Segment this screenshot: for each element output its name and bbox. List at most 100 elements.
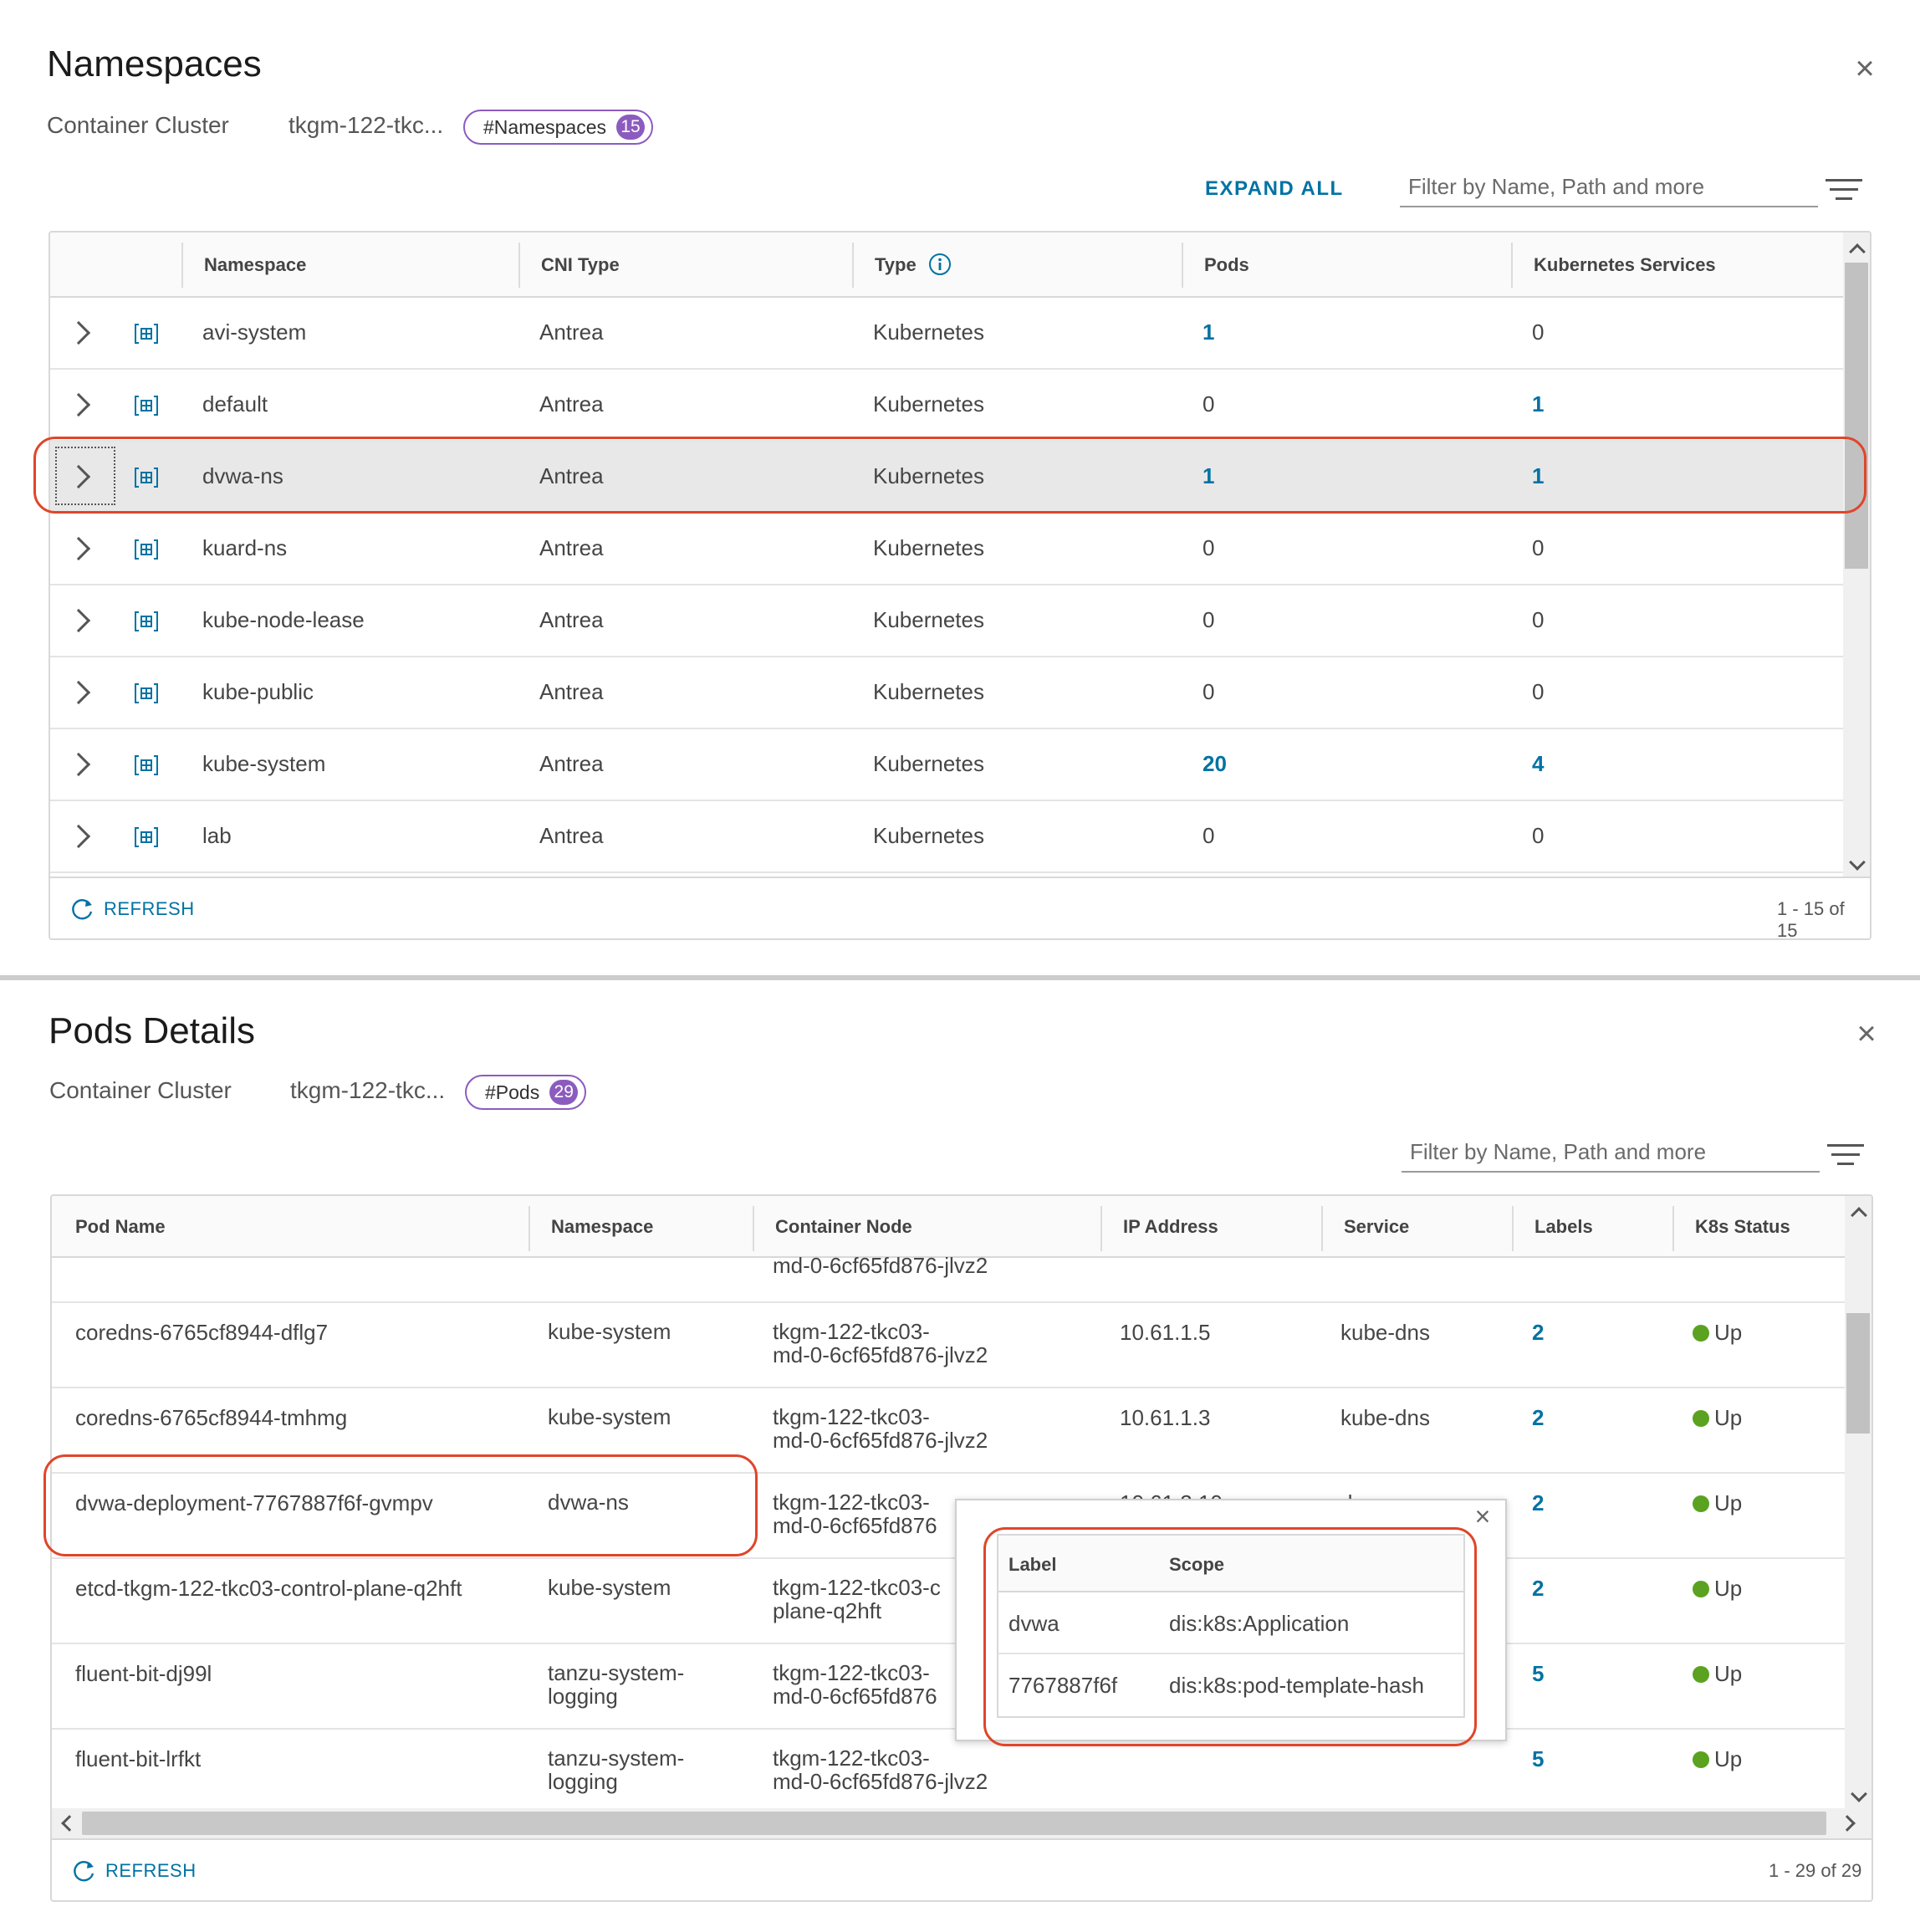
namespace-icon bbox=[134, 539, 159, 560]
scroll-right-icon[interactable] bbox=[1839, 1815, 1856, 1832]
k8s-status-cell: Up bbox=[1693, 1661, 1742, 1687]
badge-count: 29 bbox=[549, 1080, 579, 1105]
table-row[interactable]: coredns-6765cf8944-dflg7 kube-system tkgm-… bbox=[52, 1303, 1845, 1388]
table-row[interactable]: fluent-bit-lrfkt tanzu-system-logging tkgm… bbox=[52, 1730, 1845, 1815]
table-row[interactable]: avi-system Antrea Kubernetes 1 0 bbox=[50, 298, 1843, 370]
container-node-cell: tkgm-122-tkc03- md-0-6cf65fd876 bbox=[773, 1490, 937, 1537]
scroll-down-icon[interactable] bbox=[1849, 854, 1866, 871]
scroll-up-icon[interactable] bbox=[1849, 243, 1866, 260]
table-row[interactable]: kube-node-lease Antrea Kubernetes 0 0 bbox=[50, 585, 1843, 657]
scrollbar-thumb[interactable] bbox=[1845, 263, 1868, 569]
column-header-cni-type[interactable]: CNI Type bbox=[521, 233, 620, 298]
status-up-icon bbox=[1693, 1751, 1709, 1768]
namespace-line: tanzu-system- bbox=[548, 1660, 685, 1685]
chevron-right-icon[interactable] bbox=[66, 392, 91, 417]
filter-input[interactable] bbox=[1400, 167, 1818, 207]
pods-count[interactable]: 1 bbox=[1203, 463, 1214, 489]
namespaces-dialog: Namespaces × Container Cluster tkgm-122-… bbox=[0, 0, 1920, 975]
column-header-pod-name[interactable]: Pod Name bbox=[55, 1196, 166, 1258]
close-icon[interactable]: × bbox=[1468, 1502, 1497, 1531]
scrollbar-thumb[interactable] bbox=[1846, 1313, 1870, 1434]
labels-count-link[interactable]: 5 bbox=[1532, 1661, 1544, 1687]
chevron-right-icon[interactable] bbox=[66, 680, 91, 705]
chevron-right-icon[interactable] bbox=[66, 536, 91, 561]
chevron-right-icon[interactable] bbox=[66, 752, 91, 777]
pod-name-cell: coredns-6765cf8944-tmhmg bbox=[75, 1405, 348, 1430]
filter-input[interactable] bbox=[1402, 1132, 1820, 1173]
column-header-labels[interactable]: Labels bbox=[1514, 1196, 1593, 1258]
labels-count-link[interactable]: 2 bbox=[1532, 1320, 1544, 1346]
column-header-namespace[interactable]: Namespace bbox=[184, 233, 306, 298]
namespace-cell: kube-system bbox=[548, 1320, 671, 1343]
services-count[interactable]: 1 bbox=[1532, 391, 1544, 417]
ip-address-cell: 10.61.1.5 bbox=[1120, 1320, 1211, 1345]
pods-count: 0 bbox=[1203, 391, 1215, 417]
vertical-scrollbar[interactable] bbox=[1843, 233, 1870, 877]
table-row[interactable]: etcd-tkgm-122-tkc03-control-plane-q2hft k… bbox=[52, 1559, 1845, 1644]
labels-count-link[interactable]: 2 bbox=[1532, 1576, 1544, 1602]
namespace-cell: kube-node-lease bbox=[202, 607, 365, 632]
type-cell: Kubernetes bbox=[873, 751, 984, 776]
pods-count[interactable]: 1 bbox=[1203, 319, 1214, 345]
chevron-right-icon[interactable] bbox=[66, 824, 91, 849]
badge-count: 15 bbox=[616, 115, 646, 140]
close-icon[interactable]: × bbox=[1848, 52, 1882, 85]
container-node-cell: tkgm-122-tkc03- md-0-6cf65fd876 bbox=[773, 1661, 937, 1708]
horizontal-scrollbar-thumb[interactable] bbox=[82, 1812, 1826, 1835]
vertical-scrollbar[interactable] bbox=[1845, 1196, 1871, 1808]
table-row[interactable]: dvwa-deployment-7767887f6f-gvmpv dvwa-ns t… bbox=[52, 1474, 1845, 1559]
column-header-pods[interactable]: Pods bbox=[1184, 233, 1249, 298]
refresh-button[interactable]: REFRESH bbox=[72, 1858, 197, 1883]
services-count: 0 bbox=[1532, 679, 1545, 704]
table-row[interactable]: fluent-bit-dj99l tanzu-system-logging tkgm… bbox=[52, 1644, 1845, 1730]
namespace-line: kube-system bbox=[548, 1575, 671, 1600]
filter-icon[interactable] bbox=[1827, 1141, 1864, 1171]
services-count[interactable]: 1 bbox=[1532, 463, 1544, 489]
column-header-label: Label bbox=[1009, 1554, 1057, 1575]
table-row[interactable]: default Antrea Kubernetes 0 1 bbox=[50, 370, 1843, 442]
dialog-title: Pods Details bbox=[49, 1010, 256, 1051]
chevron-right-icon[interactable] bbox=[66, 320, 91, 345]
status-text: Up bbox=[1714, 1405, 1743, 1430]
table-row[interactable]: lab Antrea Kubernetes 0 0 bbox=[50, 801, 1843, 873]
scroll-up-icon[interactable] bbox=[1851, 1207, 1867, 1224]
scroll-left-icon[interactable] bbox=[61, 1815, 78, 1832]
namespace-line: logging bbox=[548, 1684, 618, 1709]
column-header-kubernetes-services[interactable]: Kubernetes Services bbox=[1514, 233, 1716, 298]
namespaces-table: Namespace CNI Type Type Pods Kubernetes … bbox=[49, 231, 1871, 940]
labels-count-link[interactable]: 5 bbox=[1532, 1746, 1544, 1772]
table-row[interactable]: kube-public Antrea Kubernetes 0 0 bbox=[50, 657, 1843, 729]
type-cell: Kubernetes bbox=[873, 319, 984, 345]
close-icon[interactable]: × bbox=[1850, 1017, 1883, 1050]
column-header-container-node[interactable]: Container Node bbox=[755, 1196, 912, 1258]
namespace-cell: tanzu-system-logging bbox=[548, 1746, 684, 1793]
table-row[interactable]: kube-system Antrea Kubernetes 20 4 bbox=[50, 729, 1843, 801]
column-header-k8s-status[interactable]: K8s Status bbox=[1675, 1196, 1790, 1258]
services-count[interactable]: 4 bbox=[1532, 751, 1544, 777]
status-up-icon bbox=[1693, 1495, 1709, 1512]
chevron-right-icon[interactable] bbox=[66, 608, 91, 633]
table-row[interactable]: coredns-6765cf8944-tmhmg kube-system tkgm-… bbox=[52, 1388, 1845, 1474]
cni-type-cell: Antrea bbox=[539, 751, 604, 776]
filter-icon[interactable] bbox=[1826, 176, 1862, 206]
column-header-type[interactable]: Type bbox=[855, 233, 952, 298]
info-icon[interactable] bbox=[928, 253, 952, 276]
labels-count-link[interactable]: 2 bbox=[1532, 1490, 1544, 1516]
table-row[interactable]: md-0-6cf65fd876-jlvz2 bbox=[52, 1253, 1845, 1303]
column-header-namespace[interactable]: Namespace bbox=[531, 1196, 653, 1258]
column-header-service[interactable]: Service bbox=[1324, 1196, 1409, 1258]
labels-count-link[interactable]: 2 bbox=[1532, 1405, 1544, 1431]
scroll-down-icon[interactable] bbox=[1851, 1786, 1867, 1802]
type-cell: Kubernetes bbox=[873, 679, 984, 704]
status-text: Up bbox=[1714, 1661, 1743, 1686]
label-row: 7767887f6f dis:k8s:pod-template-hash bbox=[998, 1654, 1463, 1716]
table-row[interactable]: kuard-ns Antrea Kubernetes 0 0 bbox=[50, 514, 1843, 585]
column-header-ip-address[interactable]: IP Address bbox=[1103, 1196, 1218, 1258]
pods-count[interactable]: 20 bbox=[1203, 751, 1227, 777]
pagination-info: 1 - 15 of 15 bbox=[1777, 898, 1845, 940]
horizontal-scrollbar[interactable] bbox=[52, 1808, 1871, 1838]
table-row[interactable]: dvwa-ns Antrea Kubernetes 1 1 bbox=[50, 442, 1843, 514]
label-key: 7767887f6f bbox=[1009, 1673, 1118, 1698]
refresh-button[interactable]: REFRESH bbox=[70, 897, 195, 922]
expand-all-button[interactable]: EXPAND ALL bbox=[1205, 177, 1344, 201]
